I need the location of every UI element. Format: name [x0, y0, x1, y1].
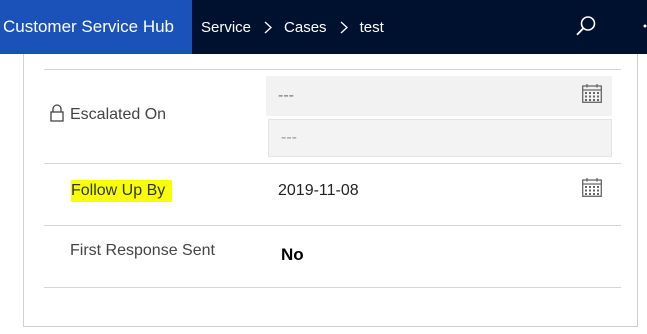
follow-up-by-label: Follow Up By	[71, 180, 173, 202]
search-button[interactable]	[571, 11, 601, 41]
follow-up-by-value[interactable]: 2019-11-08	[278, 182, 359, 200]
more-commands-button[interactable]	[636, 11, 647, 41]
breadcrumb: Service Cases test	[192, 0, 384, 54]
top-nav-bar: Customer Service Hub Service Cases test	[0, 0, 647, 54]
escalated-on-date-field[interactable]: ---	[266, 76, 612, 116]
breadcrumb-item-service[interactable]: Service	[201, 19, 251, 36]
breadcrumb-item-cases[interactable]: Cases	[284, 19, 327, 36]
first-response-sent-value[interactable]: No	[281, 245, 304, 265]
chevron-right-icon	[340, 21, 348, 34]
app-title[interactable]: Customer Service Hub	[0, 0, 192, 54]
calendar-icon[interactable]	[582, 84, 602, 103]
row-divider	[44, 225, 621, 226]
first-response-sent-label: First Response Sent	[70, 242, 215, 259]
chevron-right-icon	[264, 21, 272, 34]
breadcrumb-item-current-record[interactable]: test	[360, 19, 384, 36]
row-divider	[44, 287, 621, 288]
escalated-on-label: Escalated On	[70, 106, 167, 123]
calendar-icon[interactable]	[582, 178, 602, 197]
search-icon	[576, 16, 596, 36]
escalated-on-time-field[interactable]: ---	[268, 119, 612, 157]
more-icon	[643, 24, 647, 28]
escalated-on-date-value: ---	[278, 87, 294, 104]
case-details-section: Escalated On --- --- Follow Up By 2019-1…	[23, 54, 638, 327]
row-divider	[44, 69, 621, 70]
escalated-on-time-value: ---	[281, 129, 297, 146]
row-divider	[44, 163, 621, 164]
lock-icon	[50, 104, 64, 122]
